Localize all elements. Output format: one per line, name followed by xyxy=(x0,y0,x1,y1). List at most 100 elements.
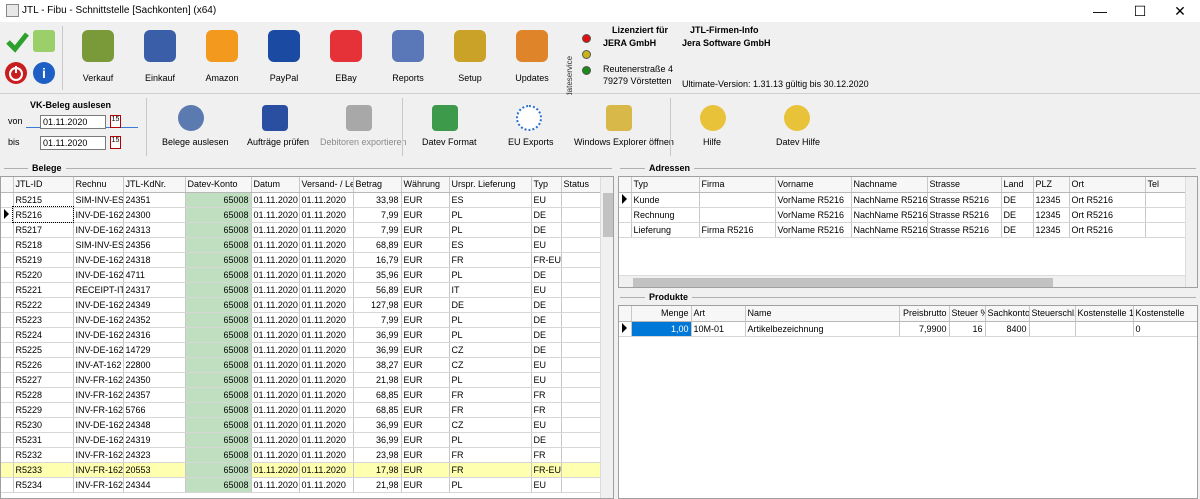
column-header[interactable]: Strasse xyxy=(927,177,1002,193)
belege-scrollbar[interactable] xyxy=(600,177,613,498)
orders-check-icon[interactable] xyxy=(262,105,288,131)
column-header[interactable]: Datev-Konto xyxy=(185,177,252,193)
table-row[interactable]: R5218 SIM-INV-ES 24356 65008 01.11.2020 01.11… xyxy=(1,237,602,253)
column-header[interactable]: Urspr. Lieferung xyxy=(449,177,532,193)
table-row[interactable]: R5231 INV-DE-162 24319 65008 01.11.2020 01.11… xyxy=(1,432,602,448)
column-header[interactable]: Art xyxy=(691,306,746,322)
table-row[interactable]: R5217 INV-DE-162 24313 65008 01.11.2020 01.11… xyxy=(1,222,602,238)
table-row[interactable]: R5215 SIM-INV-ES 24351 65008 01.11.2020 01.11… xyxy=(1,192,602,208)
column-header[interactable]: Versand- / Leist xyxy=(299,177,354,193)
scroll-thumb[interactable] xyxy=(633,278,1053,287)
table-row[interactable]: R5230 INV-DE-162 24348 65008 01.11.2020 01.11… xyxy=(1,417,602,433)
column-header[interactable]: Ort xyxy=(1069,177,1146,193)
column-header[interactable]: Firma xyxy=(699,177,776,193)
von-date-input[interactable]: 01.11.2020 xyxy=(40,115,106,129)
table-cell: VorName R5216 xyxy=(775,222,852,238)
explorer-button[interactable]: Windows Explorer öffnen xyxy=(574,137,674,147)
calendar-icon[interactable]: 15 xyxy=(110,136,121,149)
toolbar-einkauf-button[interactable]: Einkauf xyxy=(130,24,190,92)
bis-date-input[interactable]: 01.11.2020 xyxy=(40,136,106,150)
column-header[interactable]: PLZ xyxy=(1033,177,1070,193)
column-header[interactable]: Typ xyxy=(531,177,562,193)
column-header[interactable]: Preisbrutto xyxy=(899,306,950,322)
table-row[interactable]: R5233 INV-FR-162 20553 65008 01.11.2020 01.11… xyxy=(1,462,602,478)
column-header[interactable]: Typ xyxy=(631,177,700,193)
checkmark-icon[interactable] xyxy=(5,30,29,53)
hilfe-button[interactable]: Hilfe xyxy=(703,137,721,147)
table-row[interactable]: R5224 INV-DE-162 24316 65008 01.11.2020 01.11… xyxy=(1,327,602,343)
eu-stars-icon[interactable] xyxy=(516,105,542,131)
column-header[interactable]: Währung xyxy=(401,177,450,193)
column-header[interactable]: Menge xyxy=(631,306,692,322)
datev-help-icon[interactable] xyxy=(784,105,810,131)
toolbar-setup-button[interactable]: Setup xyxy=(440,24,500,92)
table-row[interactable]: R5216 INV-DE-162 24300 65008 01.11.2020 01.11… xyxy=(1,206,602,223)
datev-format-button[interactable]: Datev Format xyxy=(422,137,477,147)
table-row[interactable]: R5221 RECEIPT-IT 24317 65008 01.11.2020 01.11… xyxy=(1,282,602,298)
auftraege-pruefen-button[interactable]: Aufträge prüfen xyxy=(247,137,309,147)
column-header[interactable]: JTL-KdNr. xyxy=(123,177,186,193)
gears-icon[interactable] xyxy=(178,105,204,131)
eu-exports-button[interactable]: EU Exports xyxy=(508,137,554,147)
toolbar-amazon-button[interactable]: Amazon xyxy=(192,24,252,92)
table-row[interactable]: R5228 INV-FR-162 24357 65008 01.11.2020 01.11… xyxy=(1,387,602,403)
table-row[interactable]: R5227 INV-FR-162 24350 65008 01.11.2020 01.11… xyxy=(1,372,602,388)
table-cell: 36,99 xyxy=(353,432,402,448)
column-header[interactable]: Kostenstelle xyxy=(1133,306,1197,322)
export-debtors-icon[interactable] xyxy=(346,105,372,131)
table-row[interactable]: R5229 INV-FR-162 5766 65008 01.11.2020 01.11.… xyxy=(1,402,602,418)
table-row[interactable]: Lieferung Firma R5216 VorName R5216 NachNam… xyxy=(619,222,1186,238)
toolbar-paypal-button[interactable]: PayPal xyxy=(254,24,314,92)
toolbar-verkauf-button[interactable]: Verkauf xyxy=(68,24,128,92)
column-header[interactable]: Sachkonto xyxy=(985,306,1030,322)
column-header[interactable]: Status xyxy=(561,177,602,193)
datev-hilfe-button[interactable]: Datev Hilfe xyxy=(776,137,820,147)
adressen-hscrollbar[interactable] xyxy=(619,275,1185,287)
table-row[interactable]: R5225 INV-DE-162 14729 65008 01.11.2020 01.11… xyxy=(1,342,602,358)
maximize-button[interactable]: ☐ xyxy=(1120,0,1160,22)
power-icon[interactable] xyxy=(5,62,27,84)
info-icon[interactable]: i xyxy=(33,62,55,84)
help-icon[interactable] xyxy=(700,105,726,131)
table-row[interactable]: Kunde VorName R5216 NachName R5216 Strasse … xyxy=(619,192,1186,208)
scroll-thumb[interactable] xyxy=(603,193,613,237)
table-row[interactable]: R5219 INV-DE-162 24318 65008 01.11.2020 01.11… xyxy=(1,252,602,268)
column-header[interactable]: Land xyxy=(1001,177,1034,193)
belege-auslesen-button[interactable]: Belege auslesen xyxy=(162,137,229,147)
toolbar-updates-button[interactable]: Updates xyxy=(502,24,562,92)
column-header[interactable]: Tel xyxy=(1145,177,1186,193)
table-row[interactable]: 1,00 10M-01 Artikelbezeichnung 7,9900 16 8400… xyxy=(619,321,1197,337)
column-header[interactable]: Datum xyxy=(251,177,300,193)
calendar-icon[interactable]: 15 xyxy=(110,115,121,128)
column-header[interactable]: Steuerschl. xyxy=(1029,306,1076,322)
column-header[interactable]: Betrag xyxy=(353,177,402,193)
table-cell[interactable]: 1,00 xyxy=(631,321,692,337)
toolbar-reports-button[interactable]: Reports xyxy=(378,24,438,92)
column-header[interactable]: Nachname xyxy=(851,177,928,193)
column-header[interactable]: JTL-ID xyxy=(13,177,74,193)
table-row[interactable]: R5232 INV-FR-162 24323 65008 01.11.2020 01.11… xyxy=(1,447,602,463)
debitoren-exportieren-button[interactable]: Debitoren exportieren xyxy=(320,137,407,147)
column-header[interactable]: Name xyxy=(745,306,900,322)
column-header[interactable]: Vorname xyxy=(775,177,852,193)
column-header[interactable]: Steuer % xyxy=(949,306,986,322)
table-cell: 24357 xyxy=(123,387,186,403)
datev-format-icon[interactable] xyxy=(432,105,458,131)
table-cell: 65008 xyxy=(185,432,252,448)
column-header[interactable]: Kostenstelle 1 xyxy=(1075,306,1134,322)
table-cell: EU xyxy=(531,357,562,373)
table-row[interactable]: R5222 INV-DE-162 24349 65008 01.11.2020 01.11… xyxy=(1,297,602,313)
table-row[interactable]: R5234 INV-FR-162 24344 65008 01.11.2020 01.11… xyxy=(1,477,602,493)
trash-icon[interactable] xyxy=(33,30,55,52)
table-row[interactable]: R5220 INV-DE-162 4711 65008 01.11.2020 01.11.… xyxy=(1,267,602,283)
column-header[interactable]: Rechnu xyxy=(73,177,124,193)
table-row[interactable]: R5223 INV-DE-162 24352 65008 01.11.2020 01.11… xyxy=(1,312,602,328)
adressen-scrollbar[interactable] xyxy=(1185,177,1197,287)
table-row[interactable]: R5226 INV-AT-162 22800 65008 01.11.2020 01.11… xyxy=(1,357,602,373)
table-row[interactable]: Rechnung VorName R5216 NachName R5216 Stras… xyxy=(619,207,1186,223)
folder-icon[interactable] xyxy=(606,105,632,131)
close-button[interactable]: ✕ xyxy=(1160,0,1200,22)
row-indicator xyxy=(1,477,14,493)
toolbar-ebay-button[interactable]: EBay xyxy=(316,24,376,92)
minimize-button[interactable]: — xyxy=(1080,0,1120,22)
